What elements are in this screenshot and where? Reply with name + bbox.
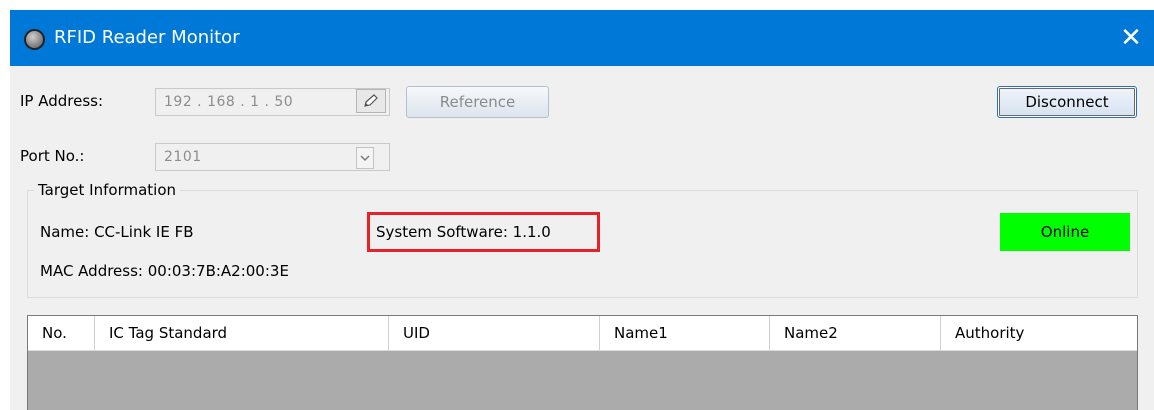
port-field[interactable]: 2101 — [155, 143, 390, 171]
port-value: 2101 — [164, 149, 202, 165]
column-header-uid[interactable]: UID — [389, 316, 600, 350]
dialog-body: IP Address: 192 . 168 . 1 . 50 Reference… — [10, 66, 1154, 410]
ip-address-field[interactable]: 192 . 168 . 1 . 50 — [155, 88, 390, 116]
close-icon: ✕ — [1120, 23, 1142, 53]
status-badge: Online — [1000, 213, 1130, 251]
column-header-name2[interactable]: Name2 — [770, 316, 941, 350]
reference-button[interactable]: Reference — [406, 86, 549, 118]
pencil-icon — [364, 94, 378, 107]
app-status-icon — [24, 29, 45, 50]
target-name: Name: CC-Link IE FB — [40, 223, 194, 241]
ip-address-label: IP Address: — [20, 92, 104, 110]
port-dropdown-button[interactable] — [356, 147, 374, 169]
port-label: Port No.: — [20, 147, 85, 165]
chevron-down-icon — [360, 155, 370, 161]
edit-ip-button[interactable] — [356, 89, 386, 113]
column-header-name1[interactable]: Name1 — [600, 316, 770, 350]
mac-address: MAC Address: 00:03:7B:A2:00:3E — [40, 262, 289, 280]
window-title: RFID Reader Monitor — [54, 27, 240, 48]
ip-address-value: 192 . 168 . 1 . 50 — [164, 94, 294, 110]
column-header-authority[interactable]: Authority — [941, 316, 1137, 350]
column-header-no[interactable]: No. — [28, 316, 95, 350]
tag-table[interactable]: No. IC Tag Standard UID Name1 Name2 Auth… — [27, 315, 1138, 410]
title-bar: RFID Reader Monitor ✕ — [10, 10, 1154, 66]
system-software-version: System Software: 1.1.0 — [376, 223, 551, 241]
disconnect-button[interactable]: Disconnect — [997, 86, 1137, 118]
column-header-ic-tag-standard[interactable]: IC Tag Standard — [95, 316, 389, 350]
table-header: No. IC Tag Standard UID Name1 Name2 Auth… — [28, 316, 1137, 351]
close-button[interactable]: ✕ — [1108, 10, 1154, 66]
target-information-label: Target Information — [34, 180, 181, 200]
